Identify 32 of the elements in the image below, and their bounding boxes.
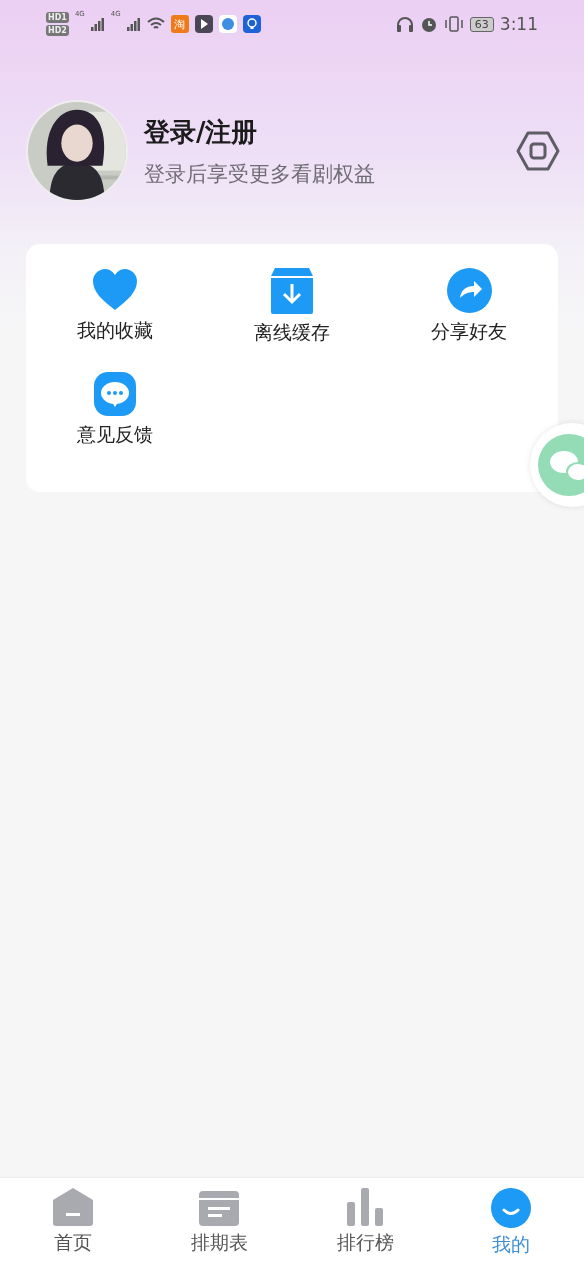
bulb-app-icon xyxy=(242,15,261,33)
sim-badge: HD2 xyxy=(46,25,69,36)
heart-icon xyxy=(91,268,138,312)
chat-bubble-icon xyxy=(93,372,136,416)
alarm-icon xyxy=(419,15,438,33)
shortcut-label[interactable]: 意见反馈 xyxy=(76,422,153,448)
sim-badge: HD1 xyxy=(46,12,69,23)
smile-face-icon xyxy=(491,1188,531,1228)
vibrate-icon xyxy=(443,16,464,32)
shortcut-label[interactable]: 离线缓存 xyxy=(254,320,330,346)
login-title[interactable]: 登录/注册 xyxy=(144,114,500,150)
calendar-icon xyxy=(199,1188,239,1226)
shortcut-label[interactable]: 我的收藏 xyxy=(76,318,153,344)
bar-chart-icon xyxy=(345,1188,385,1226)
home-icon xyxy=(53,1188,93,1226)
download-box-icon xyxy=(271,268,313,314)
chat-bubbles-icon xyxy=(538,434,584,496)
settings-icon[interactable] xyxy=(516,131,560,171)
nav-tab[interactable]: 首页 xyxy=(0,1178,146,1272)
nav-tab[interactable]: 排期表 xyxy=(146,1178,292,1272)
clock-time: 3:11 xyxy=(499,14,538,34)
battery-indicator: 63 xyxy=(469,16,494,32)
app-badge: 淘 xyxy=(170,15,189,33)
headphones-icon xyxy=(395,16,414,32)
signal-icon xyxy=(126,17,141,31)
shortcut-label[interactable]: 分享好友 xyxy=(431,319,508,345)
login-subtitle: 登录后享受更多看剧权益 xyxy=(144,160,376,188)
nav-tab[interactable]: 排行榜 xyxy=(292,1178,438,1272)
signal-icon xyxy=(90,17,105,31)
wifi-icon xyxy=(146,17,165,31)
app-icon xyxy=(194,15,213,33)
globe-app-icon xyxy=(218,15,237,33)
